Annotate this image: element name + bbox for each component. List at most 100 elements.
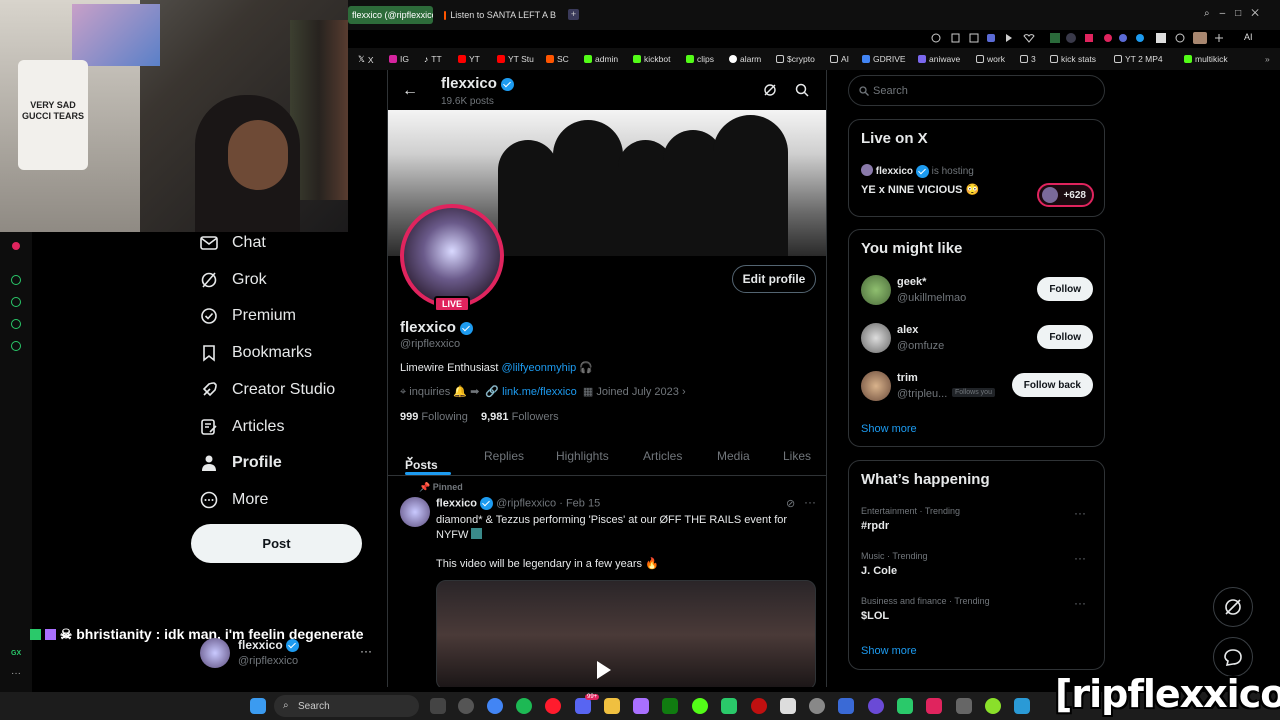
tab-articles[interactable]: Articles <box>643 449 682 463</box>
tab-highlights[interactable]: Highlights <box>556 449 609 463</box>
trend-item[interactable]: #rpdr <box>861 520 889 532</box>
bookmark-yt[interactable]: YT <box>458 54 480 64</box>
show-more-link[interactable]: Show more <box>861 423 917 435</box>
folder-icon[interactable] <box>604 698 620 714</box>
followers-stat[interactable]: 9,981 Followers <box>481 411 559 423</box>
follow-back-button[interactable]: Follow back <box>1011 373 1093 397</box>
post-button[interactable]: Post <box>191 524 362 563</box>
follow-button[interactable]: Follow <box>1037 277 1093 301</box>
nav-chat[interactable]: Chat <box>200 234 266 252</box>
xbox-icon[interactable] <box>662 698 678 714</box>
messages-fab[interactable] <box>1213 637 1253 677</box>
tab-media[interactable]: Media <box>717 449 750 463</box>
bookmark-gdrive[interactable]: GDRIVE <box>862 54 906 64</box>
live-host[interactable]: flexxico is hosting <box>861 164 974 178</box>
back-arrow-icon[interactable]: ← <box>402 82 418 100</box>
bookmark-work[interactable]: work <box>976 54 1005 64</box>
grok-fab[interactable] <box>1213 587 1253 627</box>
suggest-name[interactable]: trim <box>897 372 918 384</box>
trend-item[interactable]: $LOL <box>861 610 889 622</box>
app-icon[interactable] <box>751 698 767 714</box>
suggest-name[interactable]: alex <box>897 324 918 336</box>
bookmark-admin[interactable]: admin <box>584 54 618 64</box>
listeners-badge[interactable]: +628 <box>1037 183 1094 207</box>
follow-button[interactable]: Follow <box>1037 325 1093 349</box>
search-input[interactable]: Search <box>848 75 1105 106</box>
record-icon[interactable] <box>12 242 20 250</box>
search-icon[interactable] <box>795 83 809 97</box>
app-icon[interactable] <box>985 698 1001 714</box>
bookmark-3[interactable]: 3 <box>1020 54 1036 64</box>
avatar[interactable] <box>400 497 430 527</box>
live-space-title[interactable]: YE x NINE VICIOUS 😳 <box>861 183 979 196</box>
extensions-icon[interactable] <box>11 319 21 329</box>
app-icon[interactable] <box>926 698 942 714</box>
app-icon[interactable] <box>458 698 474 714</box>
trend-more-icon[interactable]: ··· <box>1074 551 1086 565</box>
app-icon[interactable] <box>780 698 796 714</box>
bookmark-x[interactable]: 𝕏X <box>358 54 374 65</box>
bookmark-crypto[interactable]: $crypto <box>776 54 815 64</box>
account-switcher[interactable]: flexxico @ripflexxico ··· <box>200 638 380 672</box>
app-icon[interactable] <box>633 698 649 714</box>
app-icon[interactable] <box>838 698 854 714</box>
bio-mention-link[interactable]: @lilfyeonmyhip <box>502 362 577 374</box>
app-icon[interactable] <box>721 698 737 714</box>
clock-icon[interactable] <box>11 297 21 307</box>
bookmark-alarm[interactable]: alarm <box>729 54 761 64</box>
bookmark-sc[interactable]: SC <box>546 54 569 64</box>
nav-premium[interactable]: Premium <box>200 307 296 325</box>
tab-posts[interactable]: Posts ⌄ <box>405 449 438 472</box>
nav-articles[interactable]: Articles <box>200 418 284 436</box>
tab-replies[interactable]: Replies <box>484 449 524 463</box>
website-link[interactable]: link.me/flexxico <box>502 386 577 398</box>
gx-icon[interactable]: GX <box>11 650 21 657</box>
discord-icon[interactable] <box>575 698 591 714</box>
tab-x-profile[interactable]: flexxico (@ripflexxico <box>348 6 433 24</box>
app-icon[interactable] <box>868 698 884 714</box>
avatar[interactable] <box>861 371 891 401</box>
nav-grok[interactable]: Grok <box>200 271 267 289</box>
account-more-icon[interactable]: ··· <box>360 644 372 658</box>
bookmark-kickbot[interactable]: kickbot <box>633 54 670 64</box>
bookmark-kick-stats[interactable]: kick stats <box>1050 54 1096 64</box>
task-view-icon[interactable] <box>430 698 446 714</box>
play-icon[interactable] <box>597 661 611 679</box>
ai-button[interactable]: AI <box>1244 32 1253 42</box>
extension-icons-strip[interactable] <box>930 32 1270 44</box>
avatar[interactable] <box>861 275 891 305</box>
post-more-icon[interactable]: ··· <box>804 495 816 509</box>
bookmark-clips[interactable]: clips <box>686 54 714 64</box>
nav-more[interactable]: More <box>200 491 268 509</box>
window-controls[interactable]: ⌕–□✕ <box>1204 8 1269 19</box>
bookmark-tt[interactable]: ♪ TT <box>424 54 442 64</box>
app-icon[interactable] <box>692 698 708 714</box>
bookmark-multikick[interactable]: multikick <box>1184 54 1228 64</box>
new-tab-button[interactable]: + <box>568 9 579 20</box>
bookmarks-overflow-icon[interactable]: » <box>1265 54 1270 64</box>
chrome-icon[interactable] <box>487 698 503 714</box>
profile-avatar[interactable] <box>400 204 504 308</box>
spotify-icon[interactable] <box>516 698 532 714</box>
opera-icon[interactable] <box>545 698 561 714</box>
trend-more-icon[interactable]: ··· <box>1074 506 1086 520</box>
suggest-name[interactable]: geek* <box>897 276 926 288</box>
tab-soundcloud[interactable]: Listen to SANTA LEFT A B <box>440 6 560 24</box>
bookmark-ig[interactable]: IG <box>389 54 409 64</box>
nav-profile[interactable]: Profile <box>200 454 282 472</box>
bookmark-yt2mp4[interactable]: YT 2 MP4 <box>1114 54 1163 64</box>
rail-more-icon[interactable]: ··· <box>11 668 21 679</box>
post-video[interactable] <box>436 580 816 687</box>
player-icon[interactable] <box>11 275 21 285</box>
post-grok-icon[interactable]: ⊘ <box>786 497 795 510</box>
edit-profile-button[interactable]: Edit profile <box>732 265 816 293</box>
bookmark-yt-studio[interactable]: YT Stu <box>497 54 534 64</box>
app-icon[interactable] <box>956 698 972 714</box>
grok-icon[interactable] <box>763 83 777 97</box>
bookmark-ai[interactable]: AI <box>830 54 849 64</box>
settings-icon[interactable] <box>11 341 21 351</box>
bookmark-aniwave[interactable]: aniwave <box>918 54 960 64</box>
trend-item[interactable]: J. Cole <box>861 565 897 577</box>
taskbar-search[interactable]: ⌕ Search <box>274 695 419 717</box>
show-more-link[interactable]: Show more <box>861 645 917 657</box>
